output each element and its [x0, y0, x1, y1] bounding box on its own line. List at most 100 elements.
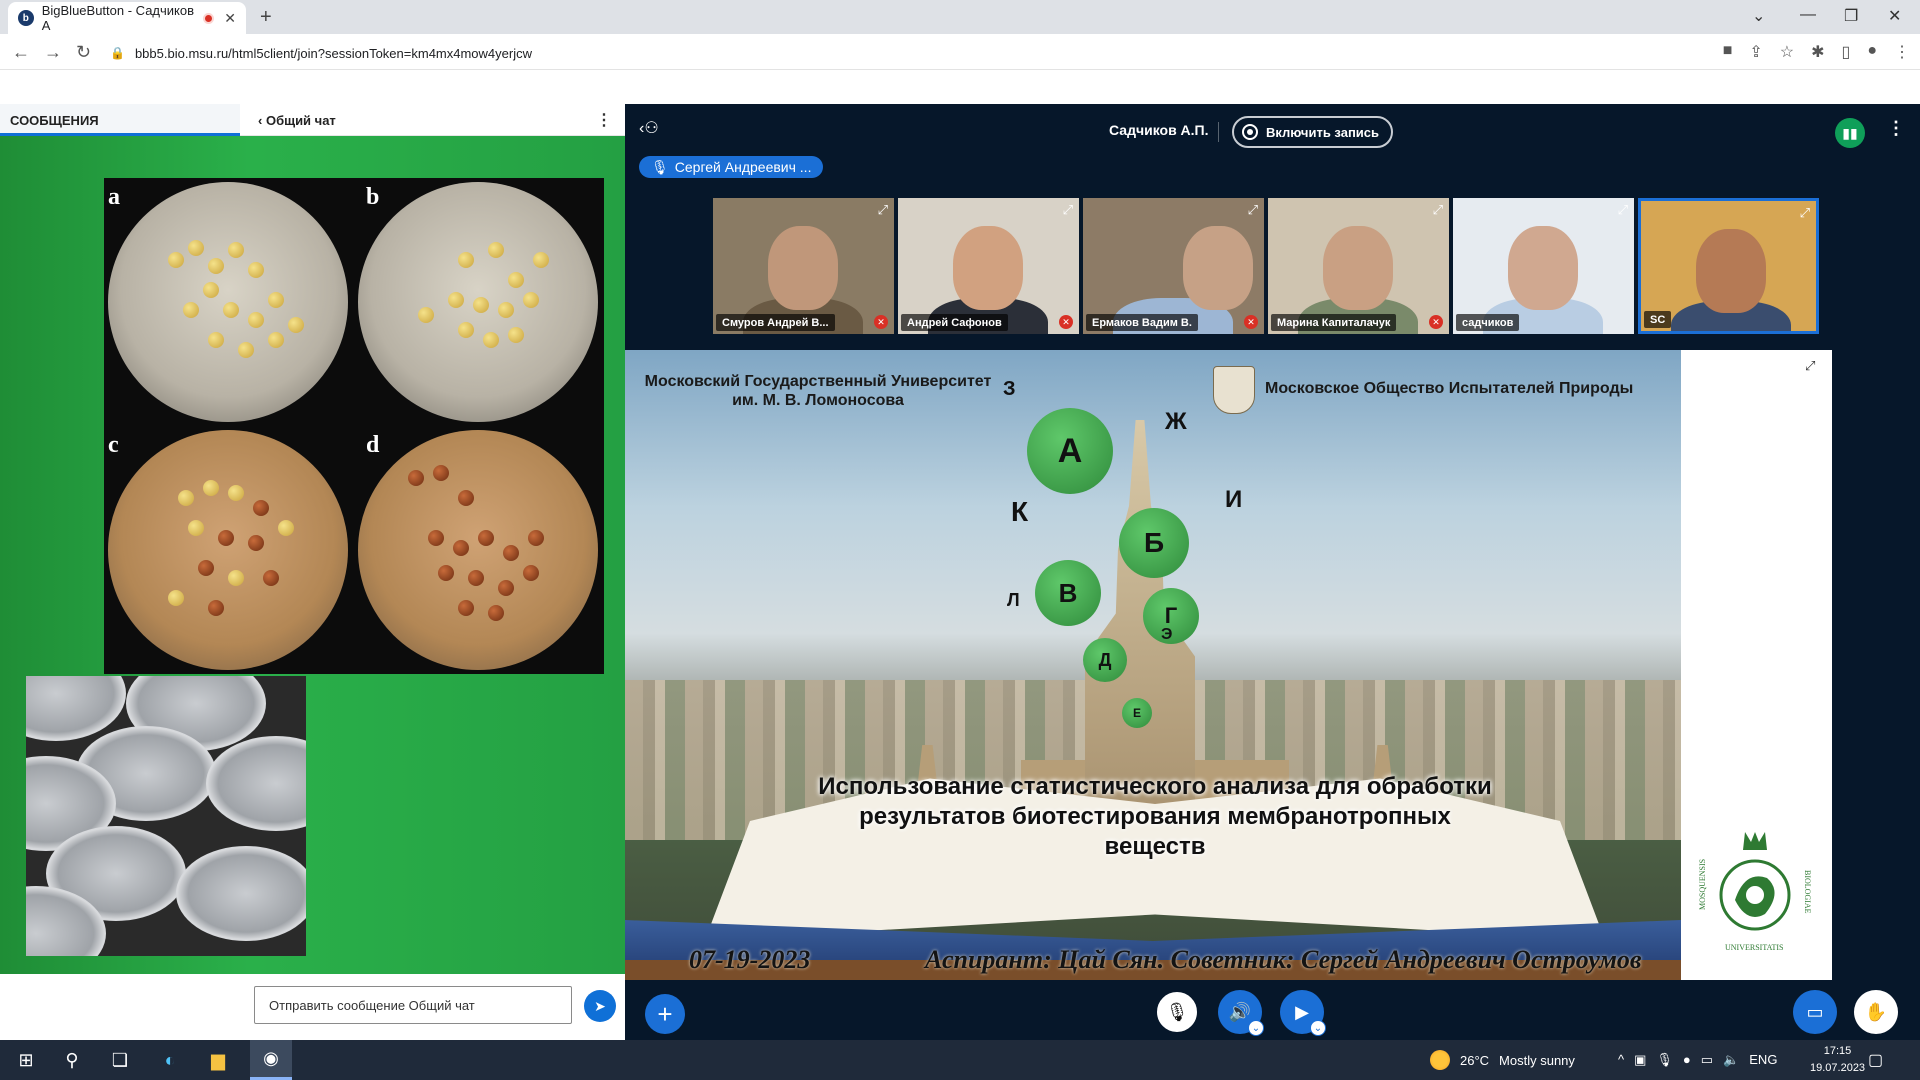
- side-panel-icon[interactable]: ▯: [1842, 42, 1851, 62]
- network-icon[interactable]: ▭: [1701, 1052, 1713, 1068]
- close-window-button[interactable]: ✕: [1888, 6, 1901, 26]
- panel-label-a: a: [108, 184, 120, 210]
- volume-icon[interactable]: 🔈: [1723, 1052, 1739, 1068]
- presentation-area: Московский Государственный Университет и…: [625, 350, 1832, 980]
- floating-letter: З: [1003, 378, 1016, 400]
- browser-tab-bar: b BigBlueButton - Садчиков А ✕ + ⌄ — ❐ ✕: [0, 0, 1920, 34]
- bbb-favicon-icon: b: [18, 10, 34, 26]
- fullscreen-icon[interactable]: ⤢: [878, 202, 888, 218]
- presentation-button[interactable]: ▭: [1793, 990, 1837, 1034]
- user-list-toggle-icon[interactable]: ‹⚇: [639, 118, 659, 138]
- options-menu-icon[interactable]: ⋮: [1887, 118, 1905, 139]
- chat-header: СООБЩЕНИЯ ‹ Общий чат ⋮: [0, 104, 625, 136]
- task-view-icon[interactable]: ❏: [106, 1046, 134, 1074]
- clock-time: 17:15: [1823, 1045, 1852, 1057]
- close-tab-icon[interactable]: ✕: [224, 10, 236, 27]
- new-tab-button[interactable]: +: [260, 6, 272, 29]
- browser-tab[interactable]: b BigBlueButton - Садчиков А ✕: [8, 2, 246, 34]
- university-name: Московский Государственный Университет и…: [644, 373, 992, 409]
- floating-letter: Э: [1161, 626, 1173, 643]
- messages-tab[interactable]: СООБЩЕНИЯ: [0, 104, 240, 136]
- participant-name: SC: [1644, 311, 1672, 328]
- bookmark-star-icon[interactable]: ☆: [1780, 42, 1794, 62]
- letter-bubble: Б: [1119, 508, 1189, 578]
- camera-button[interactable]: ▶ ⌄: [1280, 990, 1326, 1036]
- audio-options-icon[interactable]: ⌄: [1248, 1020, 1264, 1036]
- profile-icon[interactable]: ●: [1867, 42, 1877, 62]
- action-bar: + 🎙 🔊 ⌄ ▶ ⌄ ▭ ✋: [625, 980, 1920, 1040]
- tray-mic-icon[interactable]: 🎙: [1656, 1052, 1673, 1068]
- menu-icon[interactable]: ⋮: [1894, 42, 1910, 62]
- raise-hand-button[interactable]: ✋: [1854, 990, 1898, 1034]
- language-indicator[interactable]: ENG: [1749, 1052, 1777, 1068]
- reload-icon[interactable]: ↻: [76, 42, 91, 63]
- slide-title: Использование статистического анализа дл…: [818, 773, 1492, 860]
- participant-name: садчиков: [1456, 314, 1520, 331]
- talking-indicator[interactable]: 🎙 Сергей Андреевич ...: [639, 156, 824, 178]
- notifications-icon[interactable]: ▢: [1868, 1050, 1883, 1070]
- chat-options-icon[interactable]: ⋮: [596, 110, 612, 130]
- floating-letter: И: [1225, 486, 1243, 513]
- chat-message-input[interactable]: Отправить сообщение Общий чат: [254, 986, 572, 1024]
- start-recording-button[interactable]: Включить запись: [1232, 116, 1394, 148]
- edge-icon[interactable]: ◐: [156, 1046, 184, 1074]
- minimize-button[interactable]: —: [1800, 6, 1816, 24]
- chat-input-area: Отправить сообщение Общий чат ➤: [0, 974, 625, 1040]
- file-explorer-icon[interactable]: ▆: [204, 1046, 232, 1074]
- video-tile[interactable]: ⤢ Ермаков Вадим В. ✕: [1083, 198, 1264, 334]
- petri-dish-c: [108, 430, 348, 670]
- fullscreen-icon[interactable]: ⤢: [1433, 202, 1443, 218]
- send-message-button[interactable]: ➤: [584, 990, 616, 1022]
- fullscreen-icon[interactable]: ⤢: [1618, 202, 1628, 218]
- camera-icon[interactable]: ■: [1723, 42, 1733, 62]
- weather-widget[interactable]: 26°C Mostly sunny: [1430, 1040, 1575, 1080]
- video-tile[interactable]: ⤢ Смуров Андрей В... ✕: [713, 198, 894, 334]
- camera-options-icon[interactable]: ⌄: [1310, 1020, 1326, 1036]
- windows-start-icon[interactable]: ⊞: [12, 1046, 40, 1074]
- chrome-icon[interactable]: ◉: [250, 1040, 292, 1080]
- participant-name: Ермаков Вадим В.: [1086, 314, 1198, 331]
- presenter-name: Садчиков А.П.: [1109, 122, 1209, 138]
- sun-icon: [1430, 1050, 1450, 1070]
- clock[interactable]: 17:15 19.07.2023: [1810, 1043, 1865, 1077]
- connection-status-icon[interactable]: ▮▮: [1835, 118, 1865, 148]
- video-tile[interactable]: ⤢ SC: [1638, 198, 1819, 334]
- video-tile[interactable]: ⤢ Андрей Сафонов ✕: [898, 198, 1079, 334]
- share-icon[interactable]: ⇪: [1749, 42, 1762, 62]
- floating-letter: К: [1011, 496, 1029, 527]
- meeting-area: ‹⚇ Садчиков А.П. Включить запись ▮▮ ⋮ 🎙 …: [625, 104, 1920, 1040]
- microphone-icon: 🎙: [651, 158, 669, 175]
- actions-button[interactable]: +: [645, 994, 685, 1034]
- webcam-strip: ⤢ Смуров Андрей В... ✕ ⤢ Андрей Сафонов …: [713, 198, 1833, 340]
- url-field[interactable]: 🔒 bbb5.bio.msu.ru/html5client/join?sessi…: [110, 41, 1670, 65]
- participant-name: Андрей Сафонов: [901, 314, 1008, 331]
- fullscreen-icon[interactable]: ⤢: [1063, 202, 1073, 218]
- participant-name: Марина Капиталачук: [1271, 314, 1397, 331]
- fullscreen-icon[interactable]: ⤢: [1248, 202, 1258, 218]
- restore-button[interactable]: ❐: [1844, 6, 1858, 26]
- search-icon[interactable]: ⚲: [58, 1046, 86, 1074]
- lock-icon: 🔒: [110, 46, 125, 60]
- forward-icon[interactable]: →: [44, 42, 62, 63]
- fullscreen-presentation-icon[interactable]: ⤢: [1805, 358, 1815, 374]
- fullscreen-icon[interactable]: ⤢: [1800, 205, 1810, 221]
- tray-app-icon[interactable]: ●: [1683, 1052, 1691, 1068]
- talking-name: Сергей Андреевич ...: [674, 159, 812, 175]
- video-tile[interactable]: ⤢ Марина Капиталачук ✕: [1268, 198, 1449, 334]
- faculty-logo: MOSQUENSIS BIOLOGIAE UNIVERSITATIS: [1695, 810, 1815, 960]
- tray-camera-icon[interactable]: ▣: [1634, 1052, 1646, 1068]
- participant-name: Смуров Андрей В...: [716, 314, 835, 331]
- back-icon[interactable]: ←: [12, 42, 30, 63]
- chat-back-button[interactable]: ‹ Общий чат: [258, 113, 336, 128]
- video-tile[interactable]: ⤢ садчиков: [1453, 198, 1634, 334]
- petri-dish-a: [108, 182, 348, 422]
- plus-icon: +: [657, 998, 673, 1029]
- unmute-button[interactable]: 🎙: [1155, 990, 1199, 1034]
- tray-chevron-icon[interactable]: ^: [1618, 1052, 1624, 1068]
- audio-button[interactable]: 🔊 ⌄: [1218, 990, 1264, 1036]
- tab-search-icon[interactable]: ⌄: [1752, 6, 1765, 26]
- extensions-icon[interactable]: ✱: [1811, 42, 1824, 62]
- letter-bubble: Е: [1122, 698, 1152, 728]
- weather-temp: 26°C: [1460, 1052, 1490, 1068]
- taskbar: ⊞ ⚲ ❏ ◐ ▆ ◉ 26°C Mostly sunny ^ ▣ 🎙 ● ▭ …: [0, 1040, 1920, 1080]
